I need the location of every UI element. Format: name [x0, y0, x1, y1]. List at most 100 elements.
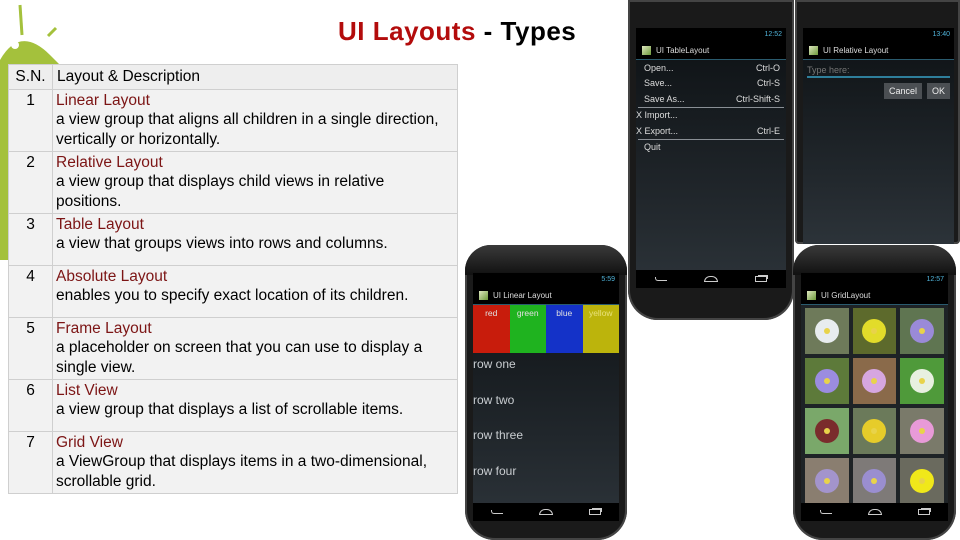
- grid-image-pink-flower[interactable]: [852, 358, 897, 404]
- layout-description: a placeholder on screen that you can use…: [56, 339, 423, 376]
- grid-image-red-bud-flower[interactable]: [805, 408, 849, 454]
- recents-button[interactable]: [753, 275, 769, 283]
- row-one: row one: [473, 357, 516, 371]
- grid-image-yellow-flower[interactable]: [852, 308, 897, 354]
- row-sn: 2: [8, 150, 53, 214]
- status-bar: 12:52: [636, 28, 786, 42]
- nav-bar: [801, 503, 948, 521]
- app-icon: [479, 291, 488, 300]
- layout-description: a view that groups views into rows and c…: [56, 235, 388, 252]
- table-row: 1 Linear Layout a view group that aligns …: [8, 88, 458, 152]
- recents-icon: [588, 509, 601, 515]
- app-icon: [642, 46, 651, 55]
- phone-table-layout: 12:52 UI TableLayout Open... Ctrl-O Save.…: [628, 0, 794, 320]
- home-button[interactable]: [867, 508, 883, 516]
- layout-name: Table Layout: [56, 215, 144, 233]
- header-description: Layout & Description: [52, 64, 458, 90]
- layout-name: Linear Layout: [56, 91, 150, 109]
- back-button[interactable]: [653, 275, 669, 283]
- flower-icon: [814, 419, 839, 443]
- phone-grid-layout: 12:57 UI GridLayout: [793, 245, 956, 540]
- layout-name: Frame Layout: [56, 319, 152, 337]
- color-yellow: yellow: [582, 305, 619, 353]
- row-sn: 7: [8, 430, 53, 494]
- color-green: green: [509, 305, 546, 353]
- menu-label: Save...: [644, 78, 673, 89]
- cancel-button[interactable]: Cancel: [883, 83, 922, 99]
- row-cell: List View a view group that displays a li…: [52, 378, 458, 432]
- grid-image-lilac-flower[interactable]: [805, 358, 849, 404]
- recents-button[interactable]: [587, 508, 603, 516]
- menu-label: Quit: [644, 142, 661, 153]
- menu-label: Save As...: [644, 93, 685, 104]
- home-icon: [867, 509, 882, 515]
- home-button[interactable]: [538, 508, 554, 516]
- flower-icon: [862, 419, 887, 443]
- phone-screen: 12:52 UI TableLayout Open... Ctrl-O Save.…: [636, 28, 786, 288]
- menu-item-save-as[interactable]: Save As... Ctrl-Shift-S: [636, 91, 786, 107]
- status-time: 12:52: [764, 31, 782, 38]
- flower-icon: [814, 469, 839, 493]
- status-bar: 12:57: [801, 273, 948, 287]
- recents-button[interactable]: [916, 508, 932, 516]
- row-sn: 1: [8, 88, 53, 152]
- flower-icon: [814, 319, 839, 343]
- flower-icon: [862, 369, 887, 393]
- row-sn: 4: [8, 264, 53, 318]
- layout-name: Absolute Layout: [56, 267, 168, 285]
- row-cell: Linear Layout a view group that aligns al…: [52, 88, 458, 152]
- ok-button[interactable]: OK: [926, 83, 950, 99]
- layout-description: a ViewGroup that displays items in a two…: [56, 453, 428, 490]
- recents-icon: [917, 509, 930, 515]
- table-row: 5 Frame Layout a placeholder on screen th…: [8, 316, 458, 380]
- row-cell: Grid View a ViewGroup that displays items…: [52, 430, 458, 494]
- grid-image-thistle-flower[interactable]: [852, 408, 897, 454]
- row-cell: Frame Layout a placeholder on screen that…: [52, 316, 458, 380]
- home-button[interactable]: [703, 275, 719, 283]
- back-icon: [655, 277, 667, 281]
- row-three: row three: [473, 428, 524, 442]
- status-time: 13:40: [932, 31, 950, 38]
- row-sn: 6: [8, 378, 53, 432]
- layout-description: a view group that displays child views i…: [56, 173, 385, 210]
- menu-item-import[interactable]: X Import...: [636, 108, 786, 124]
- menu-item-open[interactable]: Open... Ctrl-O: [636, 60, 786, 76]
- table-row: 6 List View a view group that displays a …: [8, 378, 458, 432]
- back-button[interactable]: [489, 508, 505, 516]
- type-here-input[interactable]: [807, 64, 950, 78]
- table-menu: Open... Ctrl-O Save... Ctrl-S Save As... Ct…: [636, 60, 786, 155]
- status-bar: 5:59: [473, 273, 619, 287]
- menu-label: X Export...: [636, 125, 679, 136]
- menu-item-quit[interactable]: Quit: [636, 140, 786, 156]
- grid-image-rose-flower[interactable]: [900, 408, 944, 454]
- back-icon: [819, 510, 832, 514]
- header-sn: S.N.: [8, 64, 53, 90]
- slide-title: UI Layouts - Types: [338, 16, 576, 47]
- layout-description: a view group that aligns all children in…: [56, 111, 439, 148]
- row-sn: 3: [8, 212, 53, 266]
- menu-shortcut: Ctrl-E: [757, 125, 780, 136]
- menu-shortcut: Ctrl-S: [757, 78, 780, 89]
- flower-icon: [814, 369, 839, 393]
- phone-linear-layout: 5:59 UI Linear Layout red green blue yel…: [465, 245, 627, 540]
- menu-item-save[interactable]: Save... Ctrl-S: [636, 76, 786, 92]
- grid-image-buttercup-flower[interactable]: [900, 458, 944, 504]
- layouts-table: S.N. Layout & Description 1 Linear Layou…: [8, 64, 458, 494]
- table-header-row: S.N. Layout & Description: [8, 64, 458, 90]
- grid-image-purple-flower[interactable]: [900, 308, 944, 354]
- grid-image-white-flower[interactable]: [805, 308, 849, 354]
- grid-image-lavender-flower[interactable]: [805, 458, 849, 504]
- back-button[interactable]: [818, 508, 834, 516]
- app-icon: [809, 46, 818, 55]
- layout-name: List View: [56, 381, 118, 399]
- flower-icon: [910, 319, 935, 343]
- table-row: 3 Table Layout a view that groups views i…: [8, 212, 458, 266]
- layout-description: enables you to specify exact location of…: [56, 287, 409, 304]
- grid-image-sage-flower[interactable]: [852, 458, 897, 504]
- grid-image-white-small-flower[interactable]: [900, 358, 944, 404]
- title-highlight: UI Layouts: [338, 16, 476, 46]
- row-two: row two: [473, 392, 515, 407]
- layout-description: a view group that displays a list of scr…: [56, 401, 404, 418]
- menu-item-export[interactable]: X Export... Ctrl-E: [636, 123, 786, 139]
- status-time: 5:59: [601, 276, 615, 283]
